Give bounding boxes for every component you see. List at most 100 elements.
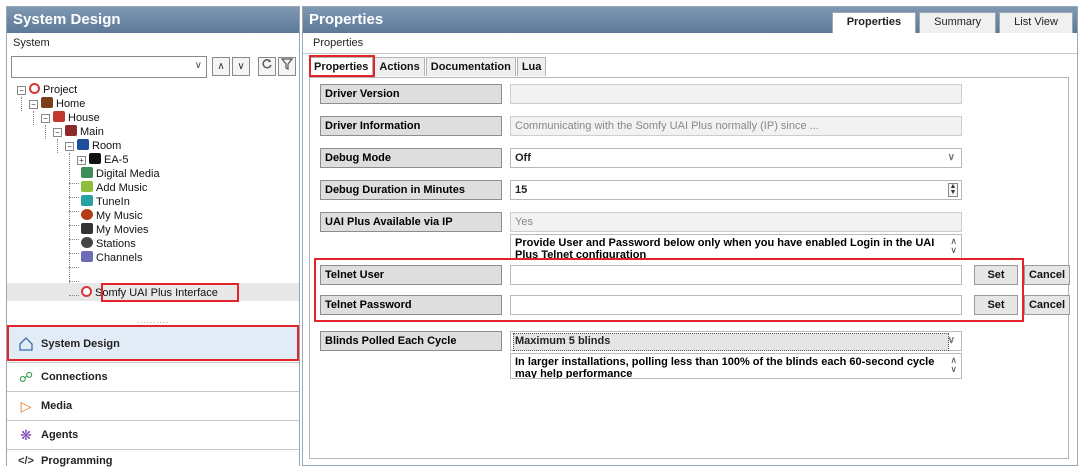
tree-node-label: Add Music [96, 182, 148, 194]
tab-summary[interactable]: Summary [919, 12, 997, 33]
debug-duration-label: Debug Duration in Minutes [320, 180, 502, 200]
system-filter-dropdown[interactable]: ∨ [11, 56, 207, 78]
debug-mode-value: Off [515, 152, 531, 164]
debug-mode-label: Debug Mode [320, 148, 502, 168]
blinds-description-text: In larger installations, polling less th… [515, 356, 935, 379]
driver-icon [81, 286, 92, 297]
system-design-title: System Design [7, 7, 299, 33]
telnet-password-cancel-button[interactable]: Cancel [1024, 295, 1070, 315]
play-icon: ▷ [20, 398, 32, 414]
tree-node-ea5[interactable]: EA-5 [89, 153, 128, 167]
controller-icon [89, 153, 101, 164]
refresh-icon [262, 59, 272, 69]
uai-description-text: Provide User and Password below only whe… [515, 237, 935, 260]
debug-duration-stepper[interactable]: 15 ▲ ▼ [510, 180, 962, 200]
tree-node-my-music[interactable]: My Music [81, 209, 142, 223]
inner-tab-lua[interactable]: Lua [516, 57, 547, 76]
tree-node-project[interactable]: Project [29, 83, 77, 97]
tree-node-main[interactable]: Main [65, 125, 104, 139]
tree-node-house[interactable]: House [53, 111, 100, 125]
tunein-icon [81, 195, 93, 206]
refresh-button[interactable] [258, 57, 276, 76]
blinds-polled-dropdown[interactable]: Maximum 5 blinds ∨ [510, 331, 962, 351]
scroll-arrows-icon[interactable]: ∧ ∨ [950, 356, 957, 374]
tree-node-digital-media[interactable]: Digital Media [81, 167, 160, 181]
properties-grid: Driver Version Driver Information Commun… [309, 77, 1070, 459]
collapse-main-toggle[interactable]: − [53, 128, 62, 137]
driver-version-field [510, 84, 962, 104]
digital-media-icon [81, 167, 93, 178]
nav-programming[interactable]: </> Programming [7, 449, 299, 471]
collapse-room-toggle[interactable]: − [65, 142, 74, 151]
blinds-polled-label: Blinds Polled Each Cycle [320, 331, 502, 351]
properties-subtitle: Properties [313, 37, 364, 49]
connections-icon: ☍ [18, 369, 34, 385]
system-design-pane: System Design System ∨ ∧ ∨ − Project − H… [6, 6, 300, 471]
view-tabs: Properties Summary List View [829, 12, 1073, 33]
inner-tab-actions[interactable]: Actions [374, 57, 425, 76]
highlight-properties-tab [309, 55, 375, 77]
tab-list-view[interactable]: List View [999, 12, 1073, 33]
collapse-project-toggle[interactable]: − [17, 86, 26, 95]
blinds-polled-value: Maximum 5 blinds [515, 335, 611, 347]
driver-version-label: Driver Version [320, 84, 502, 104]
filter-icon [280, 58, 294, 70]
nav-label: Programming [41, 455, 113, 467]
tree-node-label: Main [80, 126, 104, 138]
nav-connections[interactable]: ☍ Connections [7, 362, 299, 390]
project-icon [29, 83, 40, 94]
scroll-arrows-icon[interactable]: ∧ ∨ [950, 237, 957, 255]
filter-button[interactable] [278, 57, 296, 76]
house-icon [53, 111, 65, 122]
nav-label: Connections [41, 371, 108, 383]
tree-node-tunein[interactable]: TuneIn [81, 195, 130, 209]
telnet-user-cancel-button[interactable]: Cancel [1024, 265, 1070, 285]
tree-node-label: House [68, 112, 100, 124]
chevron-down-icon: ∨ [194, 60, 202, 71]
tab-properties[interactable]: Properties [831, 12, 917, 33]
nav-media[interactable]: ▷ Media [7, 391, 299, 419]
tree-node-label: EA-5 [104, 154, 129, 166]
my-music-icon [81, 209, 93, 220]
tree-node-label: Room [92, 140, 122, 152]
tree-node-label: My Music [96, 210, 143, 222]
blinds-polled-description: In larger installations, polling less th… [510, 353, 962, 379]
inner-tab-documentation[interactable]: Documentation [425, 57, 516, 76]
divider [303, 53, 1077, 54]
tree-node-my-movies[interactable]: My Movies [81, 223, 149, 237]
uai-available-description: Provide User and Password below only whe… [510, 234, 962, 260]
agents-icon: ❋ [20, 427, 32, 443]
tree-node-label: Stations [96, 238, 136, 250]
spinner-icon[interactable]: ▲ ▼ [948, 183, 958, 197]
tree-node-home[interactable]: Home [41, 97, 85, 111]
driver-information-field: Communicating with the Somfy UAI Plus no… [510, 116, 962, 136]
driver-information-label: Driver Information [320, 116, 502, 136]
add-music-icon [81, 181, 93, 192]
highlight-system-design-nav [7, 325, 299, 361]
highlight-somfy-node [101, 283, 239, 302]
move-up-button[interactable]: ∧ [212, 57, 230, 76]
debug-duration-value: 15 [515, 184, 528, 196]
floor-icon [65, 125, 77, 136]
collapse-house-toggle[interactable]: − [41, 114, 50, 123]
chevron-down-icon: ∨ [947, 335, 955, 346]
tree-node-label: My Movies [96, 224, 149, 236]
stations-icon [81, 237, 93, 248]
system-label: System [13, 37, 50, 49]
tree-node-label: Home [56, 98, 86, 110]
collapse-home-toggle[interactable]: − [29, 100, 38, 109]
tree-toolbar: ∨ ∧ ∨ [11, 56, 296, 80]
tree-node-channels[interactable]: Channels [81, 251, 142, 265]
channels-icon [81, 251, 93, 262]
nav-agents[interactable]: ❋ Agents [7, 420, 299, 448]
tree-node-add-music[interactable]: Add Music [81, 181, 147, 195]
expand-ea5-toggle[interactable]: + [77, 156, 86, 165]
my-movies-icon [81, 223, 93, 234]
highlight-telnet-fields [314, 258, 1024, 322]
move-down-button[interactable]: ∨ [232, 57, 250, 76]
tree-node-label: Digital Media [96, 168, 160, 180]
tree-node-stations[interactable]: Stations [81, 237, 136, 251]
chevron-down-icon: ∨ [947, 152, 955, 163]
tree-node-room[interactable]: Room [77, 139, 121, 153]
debug-mode-dropdown[interactable]: Off ∨ [510, 148, 962, 168]
